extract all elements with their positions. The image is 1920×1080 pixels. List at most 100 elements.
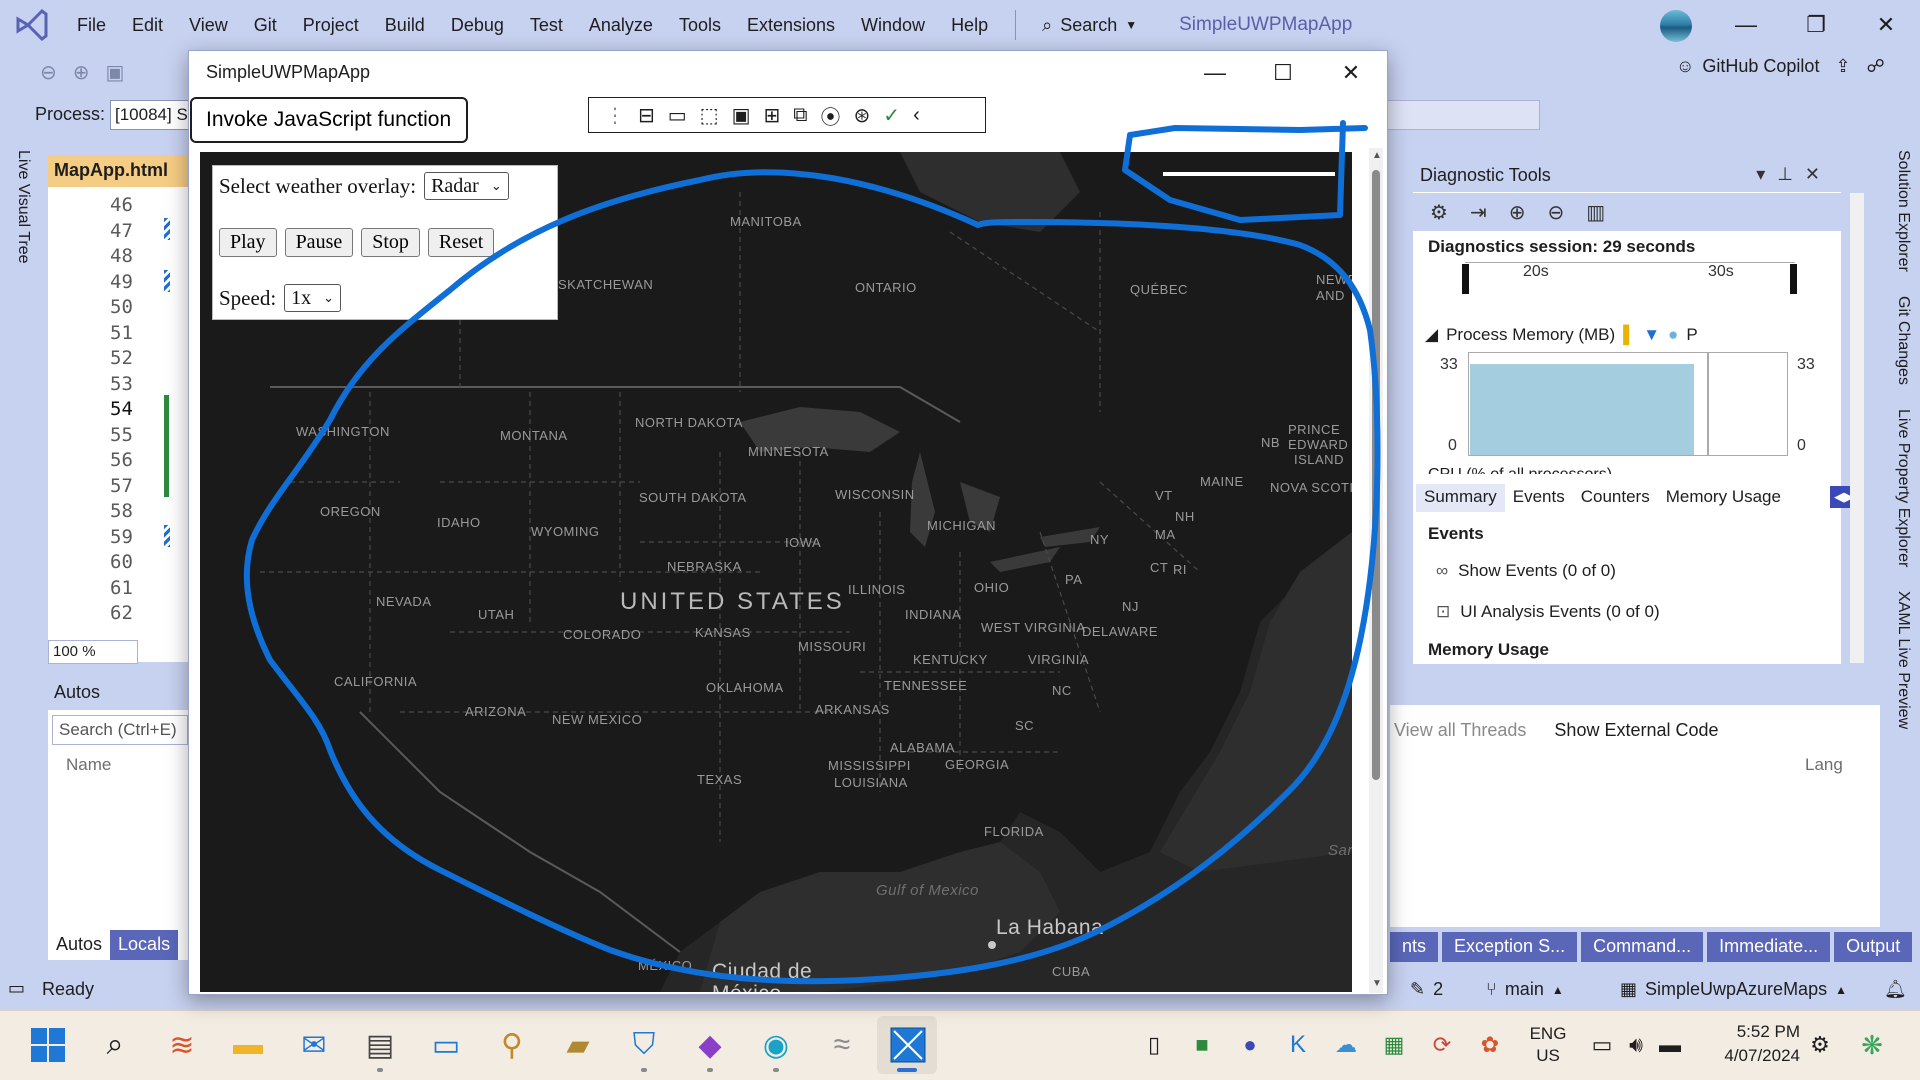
cleanup-broom-icon[interactable]: ⚲ <box>492 1025 532 1065</box>
chart-icon[interactable]: ▥ <box>1586 200 1605 225</box>
settings-gear-icon[interactable]: ⚙ <box>1430 200 1448 225</box>
tray-sync-icon[interactable]: ⟳ <box>1422 1025 1462 1065</box>
notifications-bell-icon[interactable]: 🔔︎ <box>1884 979 1907 1000</box>
play-button[interactable]: Play <box>219 228 277 257</box>
check-ok-icon[interactable]: ✓ <box>883 103 900 128</box>
view-all-threads-button[interactable]: View all Threads <box>1394 720 1526 741</box>
live-visual-tree-tab[interactable]: Live Visual Tree <box>14 150 32 264</box>
tab-git-changes[interactable]: Git Changes <box>1882 296 1912 385</box>
stack-frame-combo[interactable] <box>1370 100 1540 130</box>
tab-autos[interactable]: Autos <box>48 930 111 960</box>
repo-selector[interactable]: ▦ SimpleUwpAzureMaps ▲ <box>1620 979 1847 1000</box>
menu-git[interactable]: Git <box>241 0 290 50</box>
defender-shield-icon[interactable]: ⛉ <box>624 1025 664 1065</box>
menu-debug[interactable]: Debug <box>438 0 517 50</box>
app-minimize-icon[interactable]: — <box>1190 55 1240 90</box>
tab-counters[interactable]: Counters <box>1573 484 1658 512</box>
collapse-triangle-icon[interactable]: ◢ <box>1425 325 1438 345</box>
display-layout-adorners-icon[interactable]: ▣ <box>732 103 751 128</box>
menu-test[interactable]: Test <box>517 0 576 50</box>
timeline-end-handle[interactable] <box>1790 264 1797 294</box>
show-external-code-button[interactable]: Show External Code <box>1554 720 1718 741</box>
speed-select[interactable]: 1x ⌄ <box>284 284 342 312</box>
scroll-thumb[interactable] <box>1372 170 1380 780</box>
language-bottom[interactable]: US <box>1528 1046 1568 1066</box>
git-branch[interactable]: ⑂ main ▲ <box>1486 979 1564 1000</box>
tab-summary[interactable]: Summary <box>1416 484 1505 512</box>
tab-locals[interactable]: Locals <box>110 930 179 960</box>
close-icon[interactable]: ✕ <box>1856 0 1916 50</box>
track-focus-icon[interactable]: ⊞ <box>763 103 780 128</box>
notification-center-icon[interactable]: ⚙ <box>1800 1025 1840 1065</box>
menu-analyze[interactable]: Analyze <box>576 0 666 50</box>
visual-studio-taskbar-icon[interactable]: ◆ <box>690 1025 730 1065</box>
tab-immediate-window[interactable]: Immediate... <box>1707 932 1831 962</box>
menu-project[interactable]: Project <box>290 0 372 50</box>
usb-icon[interactable]: ▯ <box>1134 1025 1174 1065</box>
menu-build[interactable]: Build <box>372 0 438 50</box>
show-events-row[interactable]: ∞ Show Events (0 of 0) <box>1436 561 1616 581</box>
search-icon[interactable]: ⌕ <box>95 1025 135 1065</box>
collapse-toolbar-icon[interactable]: ‹ <box>913 104 920 127</box>
invoke-javascript-button[interactable]: Invoke JavaScript function <box>190 97 468 143</box>
forward-icon[interactable]: ⊕ <box>73 60 90 85</box>
ide-search-button[interactable]: ⌕ Search ▼ <box>1030 15 1149 36</box>
scroll-down-icon[interactable]: ▼ <box>1372 978 1382 989</box>
hot-reload-icon[interactable]: ⦿ <box>821 101 841 130</box>
menu-help[interactable]: Help <box>938 0 1001 50</box>
accessibility-icon[interactable]: ⊛ <box>854 103 871 128</box>
windows-start-icon[interactable] <box>28 1025 68 1065</box>
export-icon[interactable]: ⇥ <box>1470 200 1487 225</box>
reset-button[interactable]: Reset <box>427 228 495 257</box>
minimize-icon[interactable]: — <box>1716 0 1776 50</box>
autos-search-input[interactable]: Search (Ctrl+E) <box>52 715 188 745</box>
pending-changes[interactable]: ✎ 2 <box>1410 979 1443 1000</box>
tab-exception-settings[interactable]: Exception S... <box>1442 932 1578 962</box>
camera-icon[interactable]: ▭ <box>668 103 687 128</box>
stop-button[interactable]: Stop <box>361 228 420 257</box>
menu-view[interactable]: View <box>176 0 241 50</box>
tray-office-icon[interactable]: ✿ <box>1470 1025 1510 1065</box>
app-maximize-icon[interactable]: ☐ <box>1258 55 1308 90</box>
profile-avatar[interactable] <box>1660 10 1692 42</box>
file-explorer-icon[interactable]: ▬ <box>228 1025 268 1065</box>
select-element-icon[interactable]: ⬚ <box>700 103 719 128</box>
tab-breakpoints[interactable]: nts <box>1390 932 1439 962</box>
uwp-map-app-taskbar-icon[interactable] <box>888 1025 928 1065</box>
tab-xaml-live-preview[interactable]: XAML Live Preview <box>1882 591 1912 729</box>
tab-memory-usage[interactable]: Memory Usage <box>1658 484 1789 512</box>
office-icon[interactable]: ≋ <box>162 1025 202 1065</box>
tools-icon[interactable]: ▰ <box>558 1025 598 1065</box>
zoom-combo[interactable]: 100 % <box>48 640 138 664</box>
tray-k-icon[interactable]: K <box>1278 1025 1318 1065</box>
restore-icon[interactable]: ❐ <box>1786 0 1846 50</box>
menu-file[interactable]: File <box>64 0 119 50</box>
tab-events[interactable]: Events <box>1505 484 1573 512</box>
tray-grid-icon[interactable]: ▦ <box>1374 1025 1414 1065</box>
ui-analysis-row[interactable]: ⊡ UI Analysis Events (0 of 0) <box>1436 602 1660 622</box>
network-app-icon[interactable]: ≈ <box>822 1025 862 1065</box>
mail-icon[interactable]: ✉ <box>294 1025 334 1065</box>
tab-command-window[interactable]: Command... <box>1581 932 1704 962</box>
tab-live-property-explorer[interactable]: Live Property Explorer <box>1882 409 1912 567</box>
scroll-up-icon[interactable]: ▲ <box>1372 150 1382 161</box>
terminal-icon[interactable]: ▤ <box>360 1025 400 1065</box>
menu-edit[interactable]: Edit <box>119 0 176 50</box>
clock-date[interactable]: 4/07/2024 <box>1700 1046 1800 1066</box>
back-icon[interactable]: ⊖ <box>40 60 57 85</box>
menu-tools[interactable]: Tools <box>666 0 734 50</box>
tab-solution-explorer[interactable]: Solution Explorer <box>1882 150 1912 272</box>
editor-tab-mapapp[interactable]: MapApp.html <box>48 155 188 187</box>
timeline-ruler[interactable] <box>1465 262 1795 296</box>
tab-output[interactable]: Output <box>1834 932 1913 962</box>
remote-desktop-icon[interactable]: ▭ <box>426 1025 466 1065</box>
edge-browser-icon[interactable]: ◉ <box>756 1025 796 1065</box>
zoom-out-icon[interactable]: ⊖ <box>1547 200 1564 225</box>
timeline-start-handle[interactable] <box>1462 264 1469 294</box>
language-top[interactable]: ENG <box>1528 1024 1568 1044</box>
map-scrollbar[interactable]: ▲ ▼ <box>1369 148 1383 993</box>
app-close-icon[interactable]: ✕ <box>1326 55 1376 90</box>
process-combo[interactable]: [10084] S <box>110 100 190 130</box>
weather-overlay-select[interactable]: Radar ⌄ <box>424 172 509 200</box>
new-item-icon[interactable]: ▣ <box>106 60 125 85</box>
